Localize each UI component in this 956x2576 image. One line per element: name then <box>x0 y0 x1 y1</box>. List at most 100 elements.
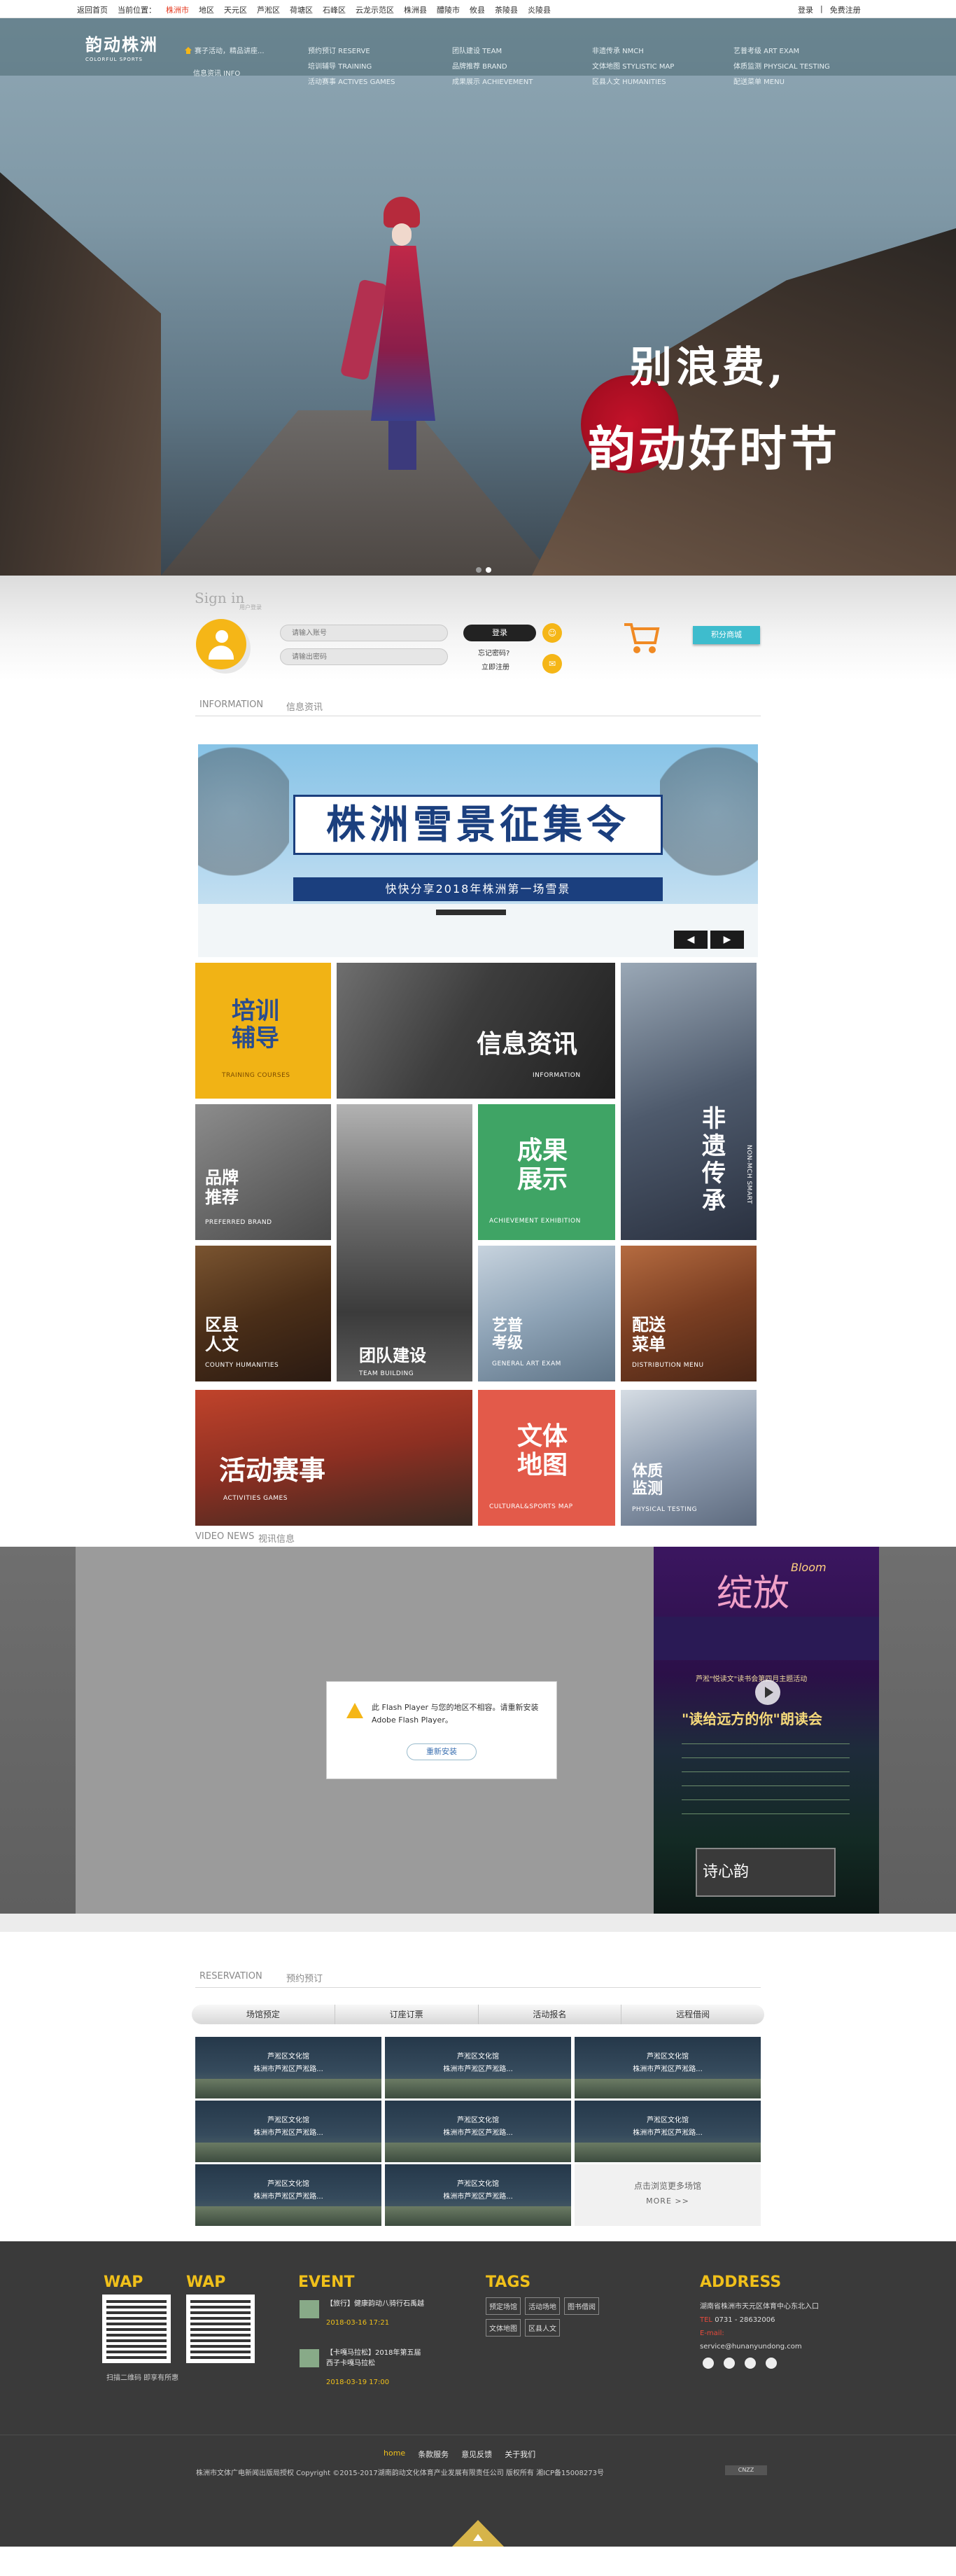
stats-badge[interactable]: CNZZ <box>725 2465 767 2475</box>
district-link-shifeng[interactable]: 石峰区 <box>323 4 346 15</box>
tag[interactable]: 文体地图 <box>486 2319 521 2337</box>
tile-training[interactable]: 培训 辅导 TRAINING COURSES <box>195 963 331 1099</box>
footer-feedback-link[interactable]: 意见反馈 <box>461 2449 492 2460</box>
next-arrow-icon[interactable]: ▶ <box>710 931 744 949</box>
footer-terms-link[interactable]: 条款服务 <box>418 2449 449 2460</box>
weibo-icon[interactable] <box>745 2358 756 2369</box>
county-link-zhuzhou[interactable]: 株洲县 <box>404 4 427 15</box>
qr-code-image <box>102 2295 171 2363</box>
play-icon[interactable] <box>755 1680 780 1705</box>
venue-card[interactable]: 芦淞区文化馆 株洲市芦淞区芦淞路... <box>385 2101 571 2162</box>
tab-activity-signup[interactable]: 活动报名 <box>479 2005 622 2024</box>
region-link[interactable]: 地区 <box>199 4 214 15</box>
county-link-youxian[interactable]: 攸县 <box>470 4 485 15</box>
nav-item-achievement[interactable]: 成果展示 ACHIEVEMENT <box>452 76 533 86</box>
register-link[interactable]: 免费注册 <box>830 4 861 15</box>
city-link-zhuzhou[interactable]: 株洲市 <box>166 4 189 15</box>
venue-card[interactable]: 芦淞区文化馆 株洲市芦淞区芦淞路... <box>195 2037 381 2098</box>
tile-humanities[interactable]: 区县 人文 COUNTY HUMANITIES <box>195 1246 331 1381</box>
tags-title: TAGS <box>486 2274 531 2291</box>
back-home-link[interactable]: 返回首页 <box>77 4 108 15</box>
nav-item-map[interactable]: 文体地图 STYLISTIC MAP <box>592 60 674 71</box>
login-link[interactable]: 登录 <box>798 4 813 15</box>
tab-ticket-booking[interactable]: 订座订票 <box>335 2005 479 2024</box>
chat-icon[interactable]: ✉ <box>542 654 562 674</box>
site-logo[interactable]: 韵动株洲 COLORFUL SPORTS <box>85 31 158 62</box>
nav-item-activities[interactable]: 活动赛事 ACTIVES GAMES <box>308 76 395 86</box>
footer-home-link[interactable]: home <box>384 2449 405 2460</box>
tile-training-sub: TRAINING COURSES <box>222 1072 290 1079</box>
hero-banner[interactable]: 别浪费, 韵动好时节 <box>0 18 956 576</box>
tile-art-exam[interactable]: 艺普 考级 GENERAL ART EXAM <box>478 1246 615 1381</box>
video-player[interactable]: 此 Flash Player 与您的地区不相容。请重新安装 Adobe Flas… <box>76 1547 654 1914</box>
venue-card[interactable]: 芦淞区文化馆 株洲市芦淞区芦淞路... <box>575 2037 761 2098</box>
qq-icon[interactable] <box>703 2358 714 2369</box>
nav-item-art-exam[interactable]: 艺普考级 ART EXAM <box>733 45 799 55</box>
back-to-top-button[interactable] <box>452 2520 504 2547</box>
footer-about-link[interactable]: 关于我们 <box>505 2449 535 2460</box>
password-input[interactable] <box>280 648 448 665</box>
nav-item-info[interactable]: 信息资讯 INFO <box>193 67 240 78</box>
nav-item-training[interactable]: 培训辅导 TRAINING <box>308 60 372 71</box>
prev-arrow-icon[interactable]: ◀ <box>674 931 708 949</box>
nav-item-menu[interactable]: 配送菜单 MENU <box>733 76 785 86</box>
tile-information[interactable]: 信息资讯 INFORMATION <box>337 963 615 1099</box>
nav-item-nmch[interactable]: 非遗传承 NMCH <box>592 45 644 55</box>
wechat-icon[interactable] <box>724 2358 735 2369</box>
video-section-header: VIDEO NEWS 视讯信息 <box>195 1526 761 1547</box>
nav-item-team[interactable]: 团队建设 TEAM <box>452 45 502 55</box>
tile-activities[interactable]: 活动赛事 ACTIVITIES GAMES <box>195 1390 472 1526</box>
tag[interactable]: 预定场馆 <box>486 2297 521 2315</box>
forgot-password-link[interactable]: 忘记密码? <box>478 647 509 657</box>
nav-item-brand[interactable]: 品牌推荐 BRAND <box>452 60 507 71</box>
district-link-hetang[interactable]: 荷塘区 <box>290 4 313 15</box>
tile-brand[interactable]: 品牌 推荐 PREFERRED BRAND <box>195 1104 331 1240</box>
nav-item-physical[interactable]: 体质监测 PHYSICAL TESTING <box>733 60 830 71</box>
tile-team-image[interactable]: 团队建设 TEAM BUILDING <box>337 1104 472 1381</box>
tab-venue-booking[interactable]: 场馆预定 <box>192 2005 335 2024</box>
snow-contest-banner[interactable]: 株洲雪景征集令 快快分享2018年株洲第一场雪景 ◀ ▶ <box>198 744 758 957</box>
venue-card[interactable]: 芦淞区文化馆 株洲市芦淞区芦淞路... <box>385 2164 571 2226</box>
county-link-yanling[interactable]: 炎陵县 <box>528 4 551 15</box>
tag[interactable]: 活动场地 <box>525 2297 560 2315</box>
tile-map[interactable]: 文体 地图 CULTURAL&SPORTS MAP <box>478 1390 615 1526</box>
smile-icon[interactable]: ☺ <box>542 623 562 643</box>
copyright-text: 株洲市文体广电新闻出版局授权 Copyright ©2015-2017湖南韵动文… <box>196 2470 604 2477</box>
tag[interactable]: 区县人文 <box>525 2319 560 2337</box>
city-link-liling[interactable]: 醴陵市 <box>437 4 460 15</box>
account-input[interactable] <box>280 625 448 641</box>
points-mall-button[interactable]: 积分商城 <box>693 626 760 644</box>
address-block: 湖南省株洲市天元区体育中心东北入口 TEL 0731 - 28632006 E-… <box>700 2300 882 2353</box>
cart-icon[interactable] <box>621 619 661 657</box>
carousel-dot-active[interactable] <box>486 567 491 573</box>
more-venues-card[interactable]: 点击浏览更多场馆 MORE >> <box>575 2164 761 2226</box>
tile-physical[interactable]: 体质 监测 PHYSICAL TESTING <box>621 1390 757 1526</box>
venue-card[interactable]: 芦淞区文化馆 株洲市芦淞区芦淞路... <box>385 2037 571 2098</box>
tile-achievement[interactable]: 成果 展示 ACHIEVEMENT EXHIBITION <box>478 1104 615 1240</box>
district-link-lusong[interactable]: 芦淞区 <box>257 4 280 15</box>
register-now-link[interactable]: 立即注册 <box>481 661 509 671</box>
venue-card[interactable]: 芦淞区文化馆 株洲市芦淞区芦淞路... <box>195 2164 381 2226</box>
tile-menu[interactable]: 配送 菜单 DISTRIBUTION MENU <box>621 1246 757 1381</box>
venue-card[interactable]: 芦淞区文化馆 株洲市芦淞区芦淞路... <box>575 2101 761 2162</box>
nav-item-home[interactable]: 赛子活动，精品讲座... <box>185 45 265 55</box>
tile-art-exam-label: 艺普 考级 <box>492 1317 523 1353</box>
tile-nmch[interactable]: 非 遗 传 承 NON-MCH SMART <box>621 963 757 1240</box>
event-item[interactable]: 【卡嘎马拉松】2018年第五届西子卡嘎马拉松 2018-03-19 17:00 <box>300 2348 426 2386</box>
nav-item-reserve[interactable]: 预约预订 RESERVE <box>308 45 370 55</box>
location-icon[interactable] <box>766 2358 777 2369</box>
nav-item-humanities[interactable]: 区县人文 HUMANITIES <box>592 76 666 86</box>
login-button[interactable]: 登录 <box>463 625 536 641</box>
reinstall-button[interactable]: 重新安装 <box>407 1743 477 1760</box>
tab-remote-borrow[interactable]: 远程借阅 <box>621 2005 764 2024</box>
tag[interactable]: 图书借阅 <box>564 2297 599 2315</box>
event-poster[interactable]: 绽放 Bloom 芦淞"悦读文"读书会第四月主题活动 "读给远方的你"朗读会 诗… <box>654 1547 879 1914</box>
event-item[interactable]: 【旅行】健康韵动八骑行石禹越 2018-03-16 17:21 <box>300 2299 426 2327</box>
district-link-tianyuan[interactable]: 天元区 <box>224 4 247 15</box>
venue-card[interactable]: 芦淞区文化馆 株洲市芦淞区芦淞路... <box>195 2101 381 2162</box>
county-link-chaling[interactable]: 茶陵县 <box>495 4 518 15</box>
email-value[interactable]: service@hunanyundong.com <box>700 2340 882 2353</box>
more-venues-link[interactable]: MORE >> <box>575 2196 761 2206</box>
district-link-yunlong[interactable]: 云龙示范区 <box>356 4 394 15</box>
carousel-dot[interactable] <box>476 567 481 573</box>
